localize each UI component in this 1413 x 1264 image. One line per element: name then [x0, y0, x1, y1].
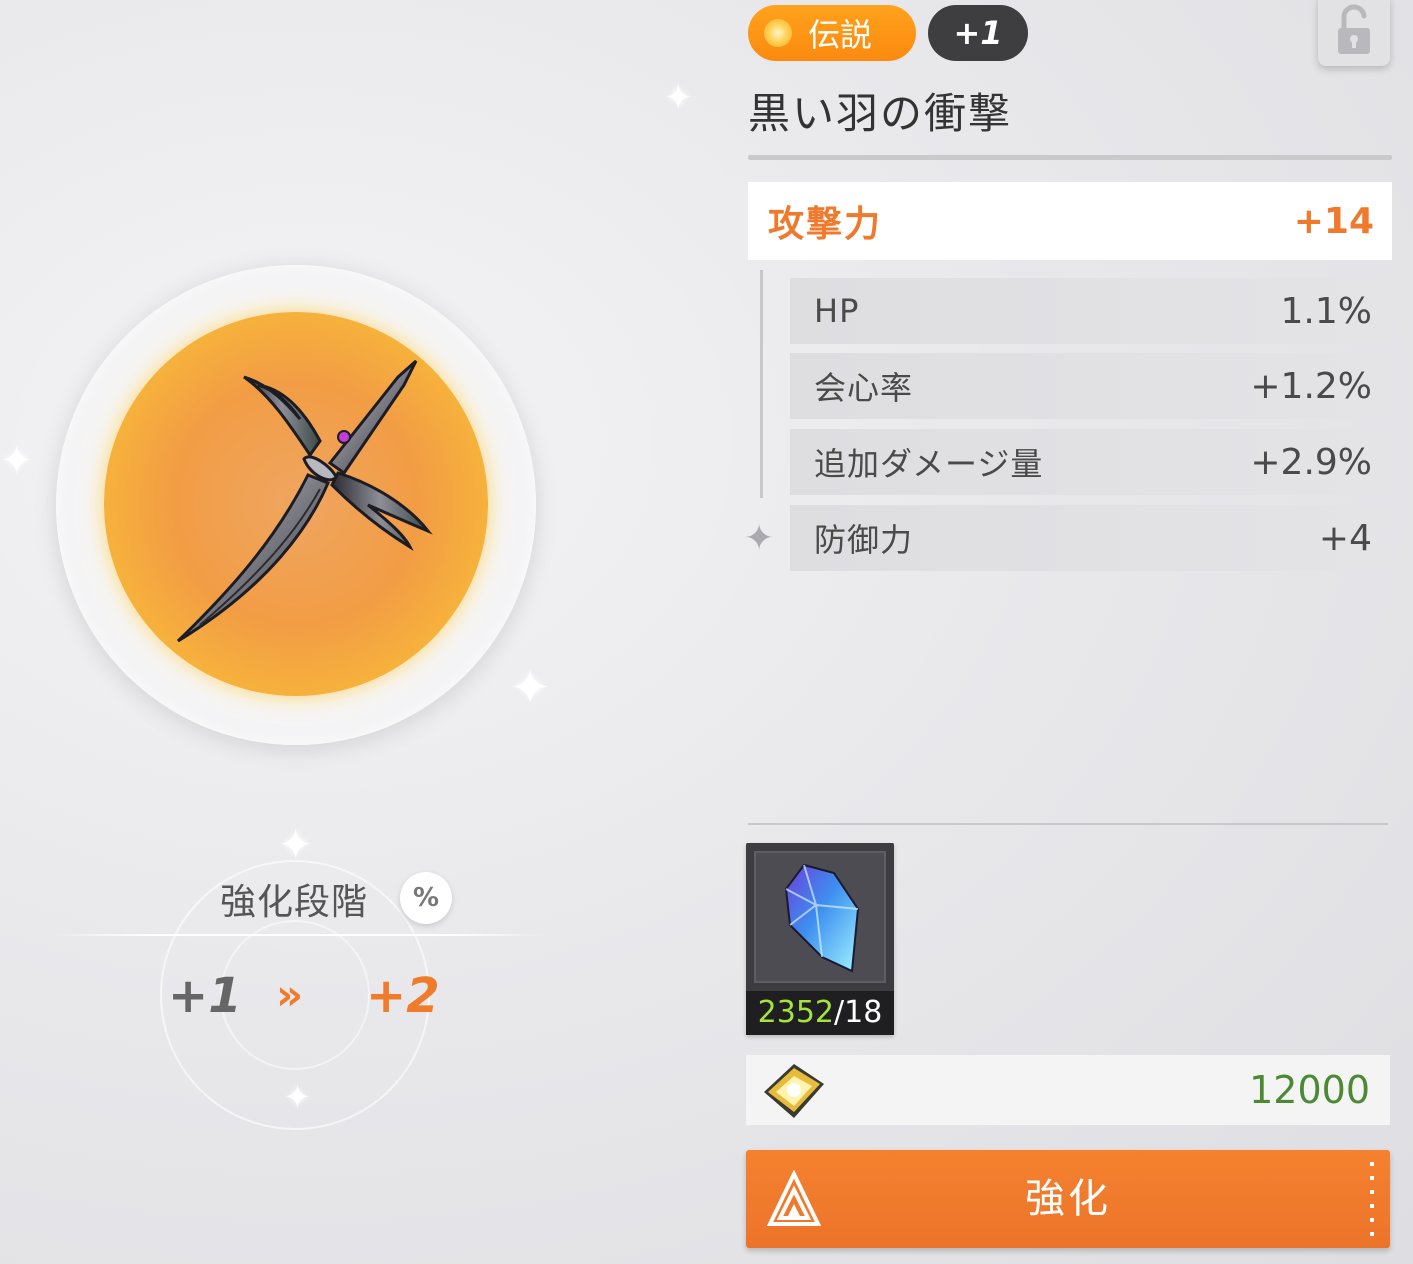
rarity-orb-icon — [764, 19, 792, 47]
sub-stat-connector — [760, 270, 763, 498]
lock-icon — [1338, 4, 1370, 54]
gold-cost-value: 12000 — [1249, 1068, 1370, 1112]
gold-coin-icon — [764, 1064, 824, 1118]
lock-button[interactable] — [1318, 0, 1390, 66]
sub-stat-row: 追加ダメージ量 +2.9% — [790, 429, 1392, 495]
sub-stat-value: +4 — [1318, 517, 1372, 559]
sub-stat-value: +2.9% — [1250, 441, 1372, 483]
sub-stat-value: +1.2% — [1250, 365, 1372, 407]
material-separator: / — [834, 995, 845, 1030]
material-divider — [748, 823, 1388, 825]
sub-stat-value: 1.1% — [1280, 290, 1372, 332]
sub-stat-row: HP 1.1% — [790, 278, 1392, 344]
black-feather-dagger-icon — [176, 359, 433, 643]
sub-stat-label: 防御力 — [814, 521, 914, 559]
enhance-button-label: 強化 — [1025, 1176, 1111, 1222]
material-count: 2352/18 — [746, 991, 894, 1035]
main-stat-label: 攻撃力 — [768, 204, 883, 245]
sub-stat-row: 防御力 +4 — [790, 505, 1392, 571]
main-stat-row: 攻撃力 +14 — [748, 182, 1392, 260]
name-divider — [748, 155, 1392, 160]
material-frame — [754, 851, 886, 983]
sub-stat-row: 会心率 +1.2% — [790, 353, 1392, 419]
percent-info-button[interactable]: % — [400, 872, 452, 924]
enhance-stage-label: 強化段階 — [220, 882, 369, 923]
sparkle-icon: ✦ — [664, 78, 693, 118]
enhance-dots-decoration — [1370, 1162, 1374, 1236]
stage-divider — [50, 934, 548, 936]
rarity-badge: 伝説 — [748, 5, 916, 61]
sub-stat-label: 追加ダメージ量 — [814, 445, 1044, 483]
sub-stat-label: HP — [814, 292, 860, 330]
gold-cost-bar: 12000 — [746, 1055, 1390, 1125]
material-required: 18 — [844, 995, 883, 1030]
gem-crystal-icon — [784, 863, 860, 973]
item-level-badge: +1 — [928, 5, 1028, 61]
material-slot[interactable]: 2352/18 — [746, 843, 894, 1035]
material-owned: 2352 — [757, 995, 835, 1030]
main-stat-value: +14 — [1293, 200, 1374, 242]
current-level: +1 — [168, 968, 242, 1024]
item-name: 黒い羽の衝撃 — [748, 89, 1013, 138]
new-stat-star-icon: ✦ — [744, 518, 775, 559]
sparkle-icon: ✦ — [0, 438, 34, 484]
next-level: +2 — [366, 968, 440, 1024]
sparkle-icon: ✦ — [510, 660, 551, 716]
enhance-button[interactable]: 強化 — [746, 1150, 1390, 1248]
level-arrow-icon: » — [276, 970, 304, 1019]
sub-stat-label: 会心率 — [814, 369, 914, 407]
rarity-label: 伝説 — [808, 16, 873, 54]
